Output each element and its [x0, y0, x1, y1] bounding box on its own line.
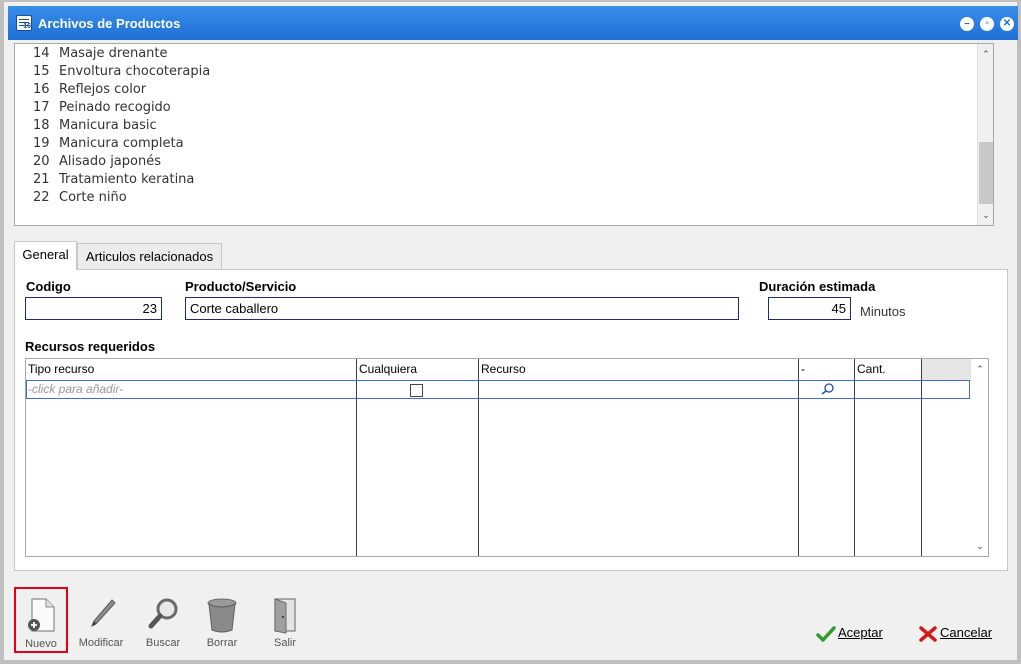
column-header-cualquiera[interactable]: Cualquiera [357, 359, 417, 380]
list-item[interactable]: 21 Tratamiento keratina [33, 171, 194, 189]
close-icon[interactable]: ✕ [1000, 17, 1014, 31]
scroll-down-icon[interactable]: ⌄ [978, 207, 994, 223]
recursos-label: Recursos requeridos [25, 339, 156, 354]
salir-button[interactable]: Salir [259, 590, 311, 654]
title-bar[interactable]: 16 Archivos de Productos – ▫ ✕ [8, 6, 1018, 40]
list-item[interactable]: 18 Manicura basic [33, 117, 157, 135]
aceptar-button[interactable]: Aceptar [816, 622, 883, 644]
aceptar-label: Aceptar [838, 625, 883, 640]
new-row-placeholder[interactable]: -click para añadir- [28, 382, 123, 396]
codigo-field[interactable]: 23 [25, 297, 162, 320]
duracion-field[interactable]: 45 [768, 297, 851, 320]
list-item[interactable]: 17 Peinado recogido [33, 99, 171, 117]
duracion-label: Duración estimada [759, 279, 876, 294]
list-item[interactable]: 19 Manicura completa [33, 135, 184, 153]
scroll-thumb[interactable] [979, 142, 993, 204]
salir-label: Salir [273, 637, 296, 649]
pen-icon [91, 599, 116, 628]
list-item[interactable]: 16 Reflejos color [33, 81, 146, 99]
modificar-button[interactable]: Modificar [75, 590, 127, 654]
cancel-x-icon [919, 625, 937, 642]
nuevo-label: Nuevo [25, 638, 57, 650]
codigo-label: Codigo [26, 279, 71, 294]
magnifier-icon [148, 598, 178, 629]
recursos-grid[interactable]: Tipo recurso Cualquiera Recurso - Cant. … [25, 358, 989, 557]
exit-door-icon [274, 598, 296, 634]
cancelar-button[interactable]: Cancelar [918, 622, 992, 644]
producto-field[interactable]: Corte caballero [185, 297, 739, 320]
app-icon-number: 16 [23, 23, 31, 30]
checkmark-icon [816, 625, 836, 642]
column-header-cant[interactable]: Cant. [855, 359, 886, 380]
column-header-dash[interactable]: - [799, 359, 805, 380]
minimize-icon[interactable]: – [960, 17, 974, 31]
duracion-unit: Minutos [860, 304, 906, 319]
borrar-button[interactable]: Borrar [196, 590, 248, 654]
borrar-label: Borrar [206, 637, 238, 649]
producto-label: Producto/Servicio [185, 279, 297, 294]
grid-corner [922, 359, 971, 380]
cancelar-label: Cancelar [940, 625, 993, 640]
restore-icon[interactable]: ▫ [980, 17, 994, 31]
window-title: Archivos de Productos [38, 16, 181, 31]
grid-scroll-up-icon[interactable]: ⌃ [972, 361, 988, 377]
nuevo-button[interactable]: Nuevo [14, 587, 68, 653]
grid-scrollbar[interactable]: ⌃ ⌄ [972, 359, 988, 556]
buscar-label: Buscar [145, 637, 181, 649]
modificar-label: Modificar [78, 637, 124, 649]
new-document-icon [28, 598, 55, 632]
tab-general[interactable]: General [14, 241, 77, 270]
tab-articulos-relacionados[interactable]: Articulos relacionados [77, 243, 222, 270]
trash-icon [207, 598, 237, 633]
product-list[interactable]: 14 Masaje drenante 15 Envoltura chocoterap… [14, 43, 994, 226]
buscar-button[interactable]: Buscar [137, 590, 189, 654]
list-item[interactable]: 14 Masaje drenante [33, 45, 168, 63]
list-scrollbar[interactable]: ⌃ ⌄ [977, 44, 993, 225]
lookup-icon[interactable] [821, 383, 835, 395]
grid-scroll-down-icon[interactable]: ⌄ [972, 538, 988, 554]
list-item[interactable]: 22 Corte niño [33, 189, 127, 207]
column-header-tipo-recurso[interactable]: Tipo recurso [26, 359, 94, 380]
cualquiera-checkbox[interactable] [410, 384, 423, 397]
list-item[interactable]: 20 Alisado japonés [33, 153, 161, 171]
scroll-up-icon[interactable]: ⌃ [978, 46, 994, 62]
column-header-recurso[interactable]: Recurso [479, 359, 526, 380]
app-icon: 16 [16, 15, 32, 31]
list-item[interactable]: 15 Envoltura chocoterapia [33, 63, 210, 81]
